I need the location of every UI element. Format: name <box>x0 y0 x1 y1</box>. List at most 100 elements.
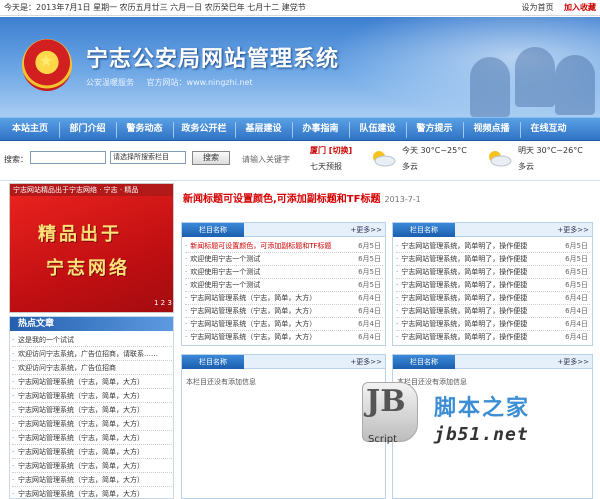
list-item-title: 宁志网站管理系统，简单明了，操作便捷 <box>401 242 528 250</box>
list-item[interactable]: · 欢迎使用宁志一个测试 6月5日 <box>185 266 383 279</box>
slide-pager[interactable]: 1 2 3 <box>154 299 172 307</box>
banner-url: 官方网站：www.ningzhi.net <box>146 78 253 87</box>
headline-date: 2013-7-1 <box>384 195 421 204</box>
panel-tab[interactable]: 栏目名称 <box>182 223 244 237</box>
hot-article-title: 欢迎访问宁志系统，广告位招商 <box>18 364 116 372</box>
hot-article-item[interactable]: · 宁志网站管理系统（宁志，简单，大方） <box>12 404 172 417</box>
list-item-date: 6月5日 <box>358 242 381 250</box>
weather-tomorrow-desc: 多云 <box>518 162 534 171</box>
list-item-date: 6月4日 <box>358 294 381 302</box>
hot-article-item[interactable]: · 宁志网站管理系统（宁志，简单，大方） <box>12 474 172 487</box>
panel-tab[interactable]: 栏目名称 <box>182 355 244 369</box>
list-item[interactable]: · 宁志网站管理系统，简单明了，操作便捷 6月5日 <box>396 240 590 253</box>
bullet-icon: · <box>185 281 188 289</box>
search-input[interactable] <box>30 151 106 164</box>
list-item[interactable]: · 宁志网站管理系统，简单明了，操作便捷 6月4日 <box>396 305 590 318</box>
more-link[interactable]: +更多>> <box>350 223 382 237</box>
weather-today-day: 今天 <box>402 146 418 155</box>
bullet-icon: · <box>396 320 399 328</box>
set-homepage-link[interactable]: 设为首页 <box>521 3 553 12</box>
list-item-date: 6月4日 <box>565 333 588 341</box>
more-link[interactable]: +更多>> <box>557 355 589 369</box>
weather-tomorrow-temp: 30°C~26°C <box>536 146 583 155</box>
hot-article-title: 宁志网站管理系统（宁志，简单，大方） <box>18 490 144 498</box>
hot-article-item[interactable]: · 宁志网站管理系统（宁志，简单，大方） <box>12 460 172 473</box>
feature-slideshow[interactable]: 宁志网站精品出于宁志网络 · 宁志 · 精品 精品出于 宁志网络 1 2 3 <box>9 183 174 313</box>
more-link[interactable]: +更多>> <box>350 355 382 369</box>
hot-article-item[interactable]: · 宁志网站管理系统（宁志，简单，大方） <box>12 390 172 403</box>
bullet-icon: · <box>396 333 399 341</box>
column-panel: 栏目名称 +更多>> 本栏目还没有添加信息 <box>181 354 386 499</box>
hot-article-item[interactable]: · 宁志网站管理系统（宁志，简单，大方） <box>12 446 172 459</box>
nav-item[interactable]: 警方提示 <box>407 118 462 142</box>
list-item[interactable]: · 新闻标题可设置颜色，可添加副标题和TF标题 6月5日 <box>185 240 383 253</box>
list-item-date: 6月4日 <box>565 320 588 328</box>
list-item[interactable]: · 宁志网站管理系统，简单明了，操作便捷 6月4日 <box>396 318 590 331</box>
page: 今天是：2013年7月1日 星期一 农历五月廿三 六月一日 农历癸巳年 七月十二… <box>0 0 600 499</box>
hot-article-item[interactable]: · 欢迎访问宁志系统，广告位招商 <box>12 362 172 375</box>
add-favorite-link[interactable]: 加入收藏 <box>564 3 596 12</box>
search-bar: 搜索： 请选择所搜索栏目 搜索 请输入关键字 厦门 [切换] 七天预报 今天 3… <box>0 141 600 181</box>
panel-tab[interactable]: 栏目名称 <box>393 355 455 369</box>
list-item[interactable]: · 宁志网站管理系统，简单明了，操作便捷 6月5日 <box>396 279 590 292</box>
more-link[interactable]: +更多>> <box>557 223 589 237</box>
nav-item[interactable]: 本站主页 <box>2 118 58 142</box>
weather-city[interactable]: 厦门 [切换] <box>310 145 352 157</box>
list-item[interactable]: · 宁志网站管理系统，简单明了，操作便捷 6月5日 <box>396 253 590 266</box>
headline-title: 新闻标题可设置颜色,可添加副标题和TF标题 <box>183 194 381 205</box>
list-item-title: 宁志网站管理系统（宁志，简单，大方） <box>190 333 317 341</box>
hot-article-title: 宁志网站管理系统（宁志，简单，大方） <box>18 420 144 428</box>
nav-item[interactable]: 办事指南 <box>293 118 348 142</box>
hot-article-item[interactable]: · 欢迎访问宁志系统，广告位招商，请联系…… <box>12 348 172 361</box>
list-item[interactable]: · 宁志网站管理系统，简单明了，操作便捷 6月5日 <box>396 266 590 279</box>
top-links: 设为首页 加入收藏 <box>513 0 596 16</box>
banner: ★ 宁志公安局网站管理系统 公安温暖服务 官方网站：www.ningzhi.ne… <box>0 17 600 117</box>
list-item-date: 6月4日 <box>565 294 588 302</box>
hot-article-item[interactable]: · 宁志网站管理系统（宁志，简单，大方） <box>12 376 172 389</box>
column-panel: 栏目名称 +更多>> · 宁志网站管理系统，简单明了，操作便捷 6月5日 · 宁志网站… <box>392 222 593 346</box>
list-item[interactable]: · 宁志网站管理系统，简单明了，操作便捷 6月4日 <box>396 331 590 344</box>
police-emblem-icon: ★ <box>22 39 72 91</box>
hot-article-item[interactable]: · 这是我的一个试试 <box>12 334 172 347</box>
nav-item[interactable]: 基层建设 <box>236 118 291 142</box>
list-item-date: 6月4日 <box>358 320 381 328</box>
weather-today-label: 今天 30°C~25°C <box>402 145 467 157</box>
list-item[interactable]: · 宁志网站管理系统（宁志，简单，大方） 6月4日 <box>185 318 383 331</box>
watermark-cn: 脚本之家 <box>434 396 531 421</box>
weather-forecast-link[interactable]: 七天预报 <box>310 161 342 173</box>
watermark-script-label: Script <box>368 434 398 445</box>
hot-article-item[interactable]: · 宁志网站管理系统（宁志，简单，大方） <box>12 418 172 431</box>
bullet-icon: · <box>396 255 399 263</box>
nav-item[interactable]: 在线互动 <box>521 118 576 142</box>
list-item[interactable]: · 宁志网站管理系统（宁志，简单，大方） 6月4日 <box>185 331 383 344</box>
hot-article-title: 宁志网站管理系统（宁志，简单，大方） <box>18 378 144 386</box>
star-icon: ★ <box>39 51 54 70</box>
list-item[interactable]: · 宁志网站管理系统，简单明了，操作便捷 6月4日 <box>396 292 590 305</box>
hot-article-item[interactable]: · 宁志网站管理系统（宁志，简单，大方） <box>12 488 172 499</box>
nav-item[interactable]: 视频点播 <box>464 118 519 142</box>
banner-slogan: 公安温暖服务 <box>86 78 134 87</box>
list-item-title: 欢迎使用宁志一个测试 <box>190 255 261 263</box>
search-category-select[interactable]: 请选择所搜索栏目 <box>110 151 186 164</box>
watermark-en: jb51.net <box>434 424 529 445</box>
nav-item[interactable]: 队伍建设 <box>350 118 405 142</box>
nav-item[interactable]: 警务动态 <box>117 118 172 142</box>
slideshow-image[interactable]: 精品出于 宁志网络 1 2 3 <box>10 196 173 312</box>
banner-subtitle: 公安温暖服务 官方网站：www.ningzhi.net <box>86 77 263 88</box>
hot-article-item[interactable]: · 宁志网站管理系统（宁志，简单，大方） <box>12 432 172 445</box>
hot-article-title: 欢迎访问宁志系统，广告位招商，请联系…… <box>18 350 158 358</box>
list-item[interactable]: · 欢迎使用宁志一个测试 6月5日 <box>185 253 383 266</box>
list-item[interactable]: · 宁志网站管理系统（宁志，简单，大方） 6月4日 <box>185 292 383 305</box>
bullet-icon: · <box>396 268 399 276</box>
headline-news[interactable]: 新闻标题可设置颜色,可添加副标题和TF标题 2013-7-1 <box>183 190 593 210</box>
list-item[interactable]: · 宁志网站管理系统（宁志，简单，大方） 6月4日 <box>185 305 383 318</box>
nav-item[interactable]: 政务公开栏 <box>174 118 234 142</box>
search-hint: 请输入关键字 <box>242 155 290 164</box>
search-button[interactable]: 搜索 <box>192 151 230 165</box>
panel-tab[interactable]: 栏目名称 <box>393 223 455 237</box>
list-item-date: 6月5日 <box>565 281 588 289</box>
list-item[interactable]: · 欢迎使用宁志一个测试 6月5日 <box>185 279 383 292</box>
hot-articles-box: 热点文章 · 这是我的一个试试 · 欢迎访问宁志系统，广告位招商，请联系…… · 欢迎… <box>9 316 174 499</box>
officer-silhouette <box>515 47 555 107</box>
nav-item[interactable]: 部门介绍 <box>60 118 115 142</box>
